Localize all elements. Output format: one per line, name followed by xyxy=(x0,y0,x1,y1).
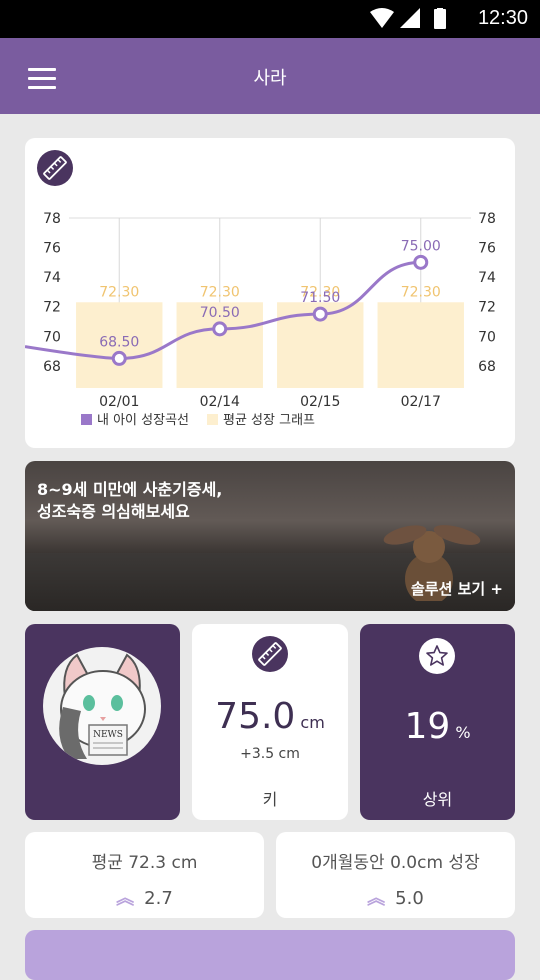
banner-cta[interactable]: 솔루션 보기 + xyxy=(411,578,503,599)
bar-value-label: 72.30 xyxy=(200,284,240,300)
bar-value-label: 72.30 xyxy=(401,284,441,300)
growth-value-label: 70.50 xyxy=(200,305,240,321)
bar-value-label: 72.30 xyxy=(99,284,139,300)
legend-label-bar: 평균 성장 그래프 xyxy=(223,413,315,428)
growth-point xyxy=(212,321,228,337)
growth-value: 5.0 xyxy=(395,888,424,909)
status-icons xyxy=(370,7,452,34)
height-value: 75.0 xyxy=(215,696,296,737)
banner-line-1: 8~9세 미만에 사춘기증세, xyxy=(37,480,223,499)
height-tile[interactable]: 75.0 cm +3.5 cm 키 xyxy=(192,624,348,820)
growth-value-label: 68.50 xyxy=(99,334,139,350)
growth-point xyxy=(312,306,328,322)
double-chevron-up-icon: ︽ xyxy=(116,888,135,909)
average-value: 2.7 xyxy=(144,888,173,909)
app-bar: 사라 xyxy=(0,38,540,114)
y-tick-label-right: 74 xyxy=(478,270,496,286)
y-tick-label-right: 76 xyxy=(478,241,496,257)
ruler-icon xyxy=(252,636,288,672)
rank-tile[interactable]: 19 % 상위 xyxy=(360,624,515,820)
y-tick-label-right: 68 xyxy=(478,359,496,375)
growth-point xyxy=(413,254,429,270)
legend-swatch-bar xyxy=(207,414,218,425)
bottom-action-button[interactable] xyxy=(25,930,515,980)
legend-label-line: 내 아이 성장곡선 xyxy=(97,413,189,428)
average-card[interactable]: 평균 72.3 cm ︽ 2.7 xyxy=(25,832,264,918)
wifi-icon xyxy=(370,8,394,28)
y-tick-label-right: 72 xyxy=(478,300,496,316)
double-chevron-up-icon: ︽ xyxy=(367,888,386,909)
average-bar xyxy=(377,302,464,388)
height-delta: +3.5 cm xyxy=(240,746,300,762)
legend-swatch-line xyxy=(81,414,92,425)
banner-line-2: 성조숙증 의심해보세요 xyxy=(37,502,190,521)
rank-label: 상위 xyxy=(422,790,453,809)
star-icon xyxy=(419,638,455,674)
status-bar: 12:30 xyxy=(0,0,540,38)
y-tick-label-right: 70 xyxy=(478,329,496,345)
growth-value-label: 75.00 xyxy=(401,238,441,254)
y-tick-label-left: 68 xyxy=(43,359,61,375)
y-tick-label-left: 72 xyxy=(43,300,61,316)
growth-label: 0개월동안 0.0cm 성장 xyxy=(311,853,480,873)
average-label: 평균 72.3 cm xyxy=(91,853,198,873)
rank-unit: % xyxy=(455,723,471,742)
y-tick-label-left: 76 xyxy=(43,241,61,257)
growth-card[interactable]: 0개월동안 0.0cm 성장 ︽ 5.0 xyxy=(276,832,515,918)
promo-banner[interactable]: 8~9세 미만에 사춘기증세, 성조숙증 의심해보세요 솔루션 보기 + xyxy=(25,461,515,611)
y-tick-label-left: 74 xyxy=(43,270,61,286)
growth-point xyxy=(111,350,127,366)
growth-value-label: 71.50 xyxy=(300,290,340,306)
x-tick-label: 02/15 xyxy=(300,394,340,410)
growth-chart-card: 78 78 76 76 74 74 72 72 70 70 68 68 72.30 72.30 72.30 7… xyxy=(25,138,515,448)
y-tick-label-left: 78 xyxy=(43,211,61,227)
x-tick-label: 02/01 xyxy=(99,394,139,410)
x-tick-label: 02/17 xyxy=(401,394,441,410)
signal-icon xyxy=(400,8,420,28)
growth-chart: 78 78 76 76 74 74 72 72 70 70 68 68 72.30 72.30 72.30 7… xyxy=(25,211,496,428)
app-title: 사라 xyxy=(253,68,287,89)
avatar: NEWS xyxy=(43,647,161,765)
status-time: 12:30 xyxy=(477,7,528,29)
y-tick-label-right: 78 xyxy=(478,211,496,227)
svg-text:NEWS: NEWS xyxy=(93,730,123,740)
battery-icon xyxy=(434,9,446,29)
rank-value: 19 xyxy=(404,706,451,747)
y-tick-label-left: 70 xyxy=(43,329,61,345)
height-label: 키 xyxy=(262,790,278,809)
x-tick-label: 02/14 xyxy=(200,394,240,410)
profile-avatar-tile[interactable]: NEWS xyxy=(25,624,180,820)
height-unit: cm xyxy=(300,713,325,732)
